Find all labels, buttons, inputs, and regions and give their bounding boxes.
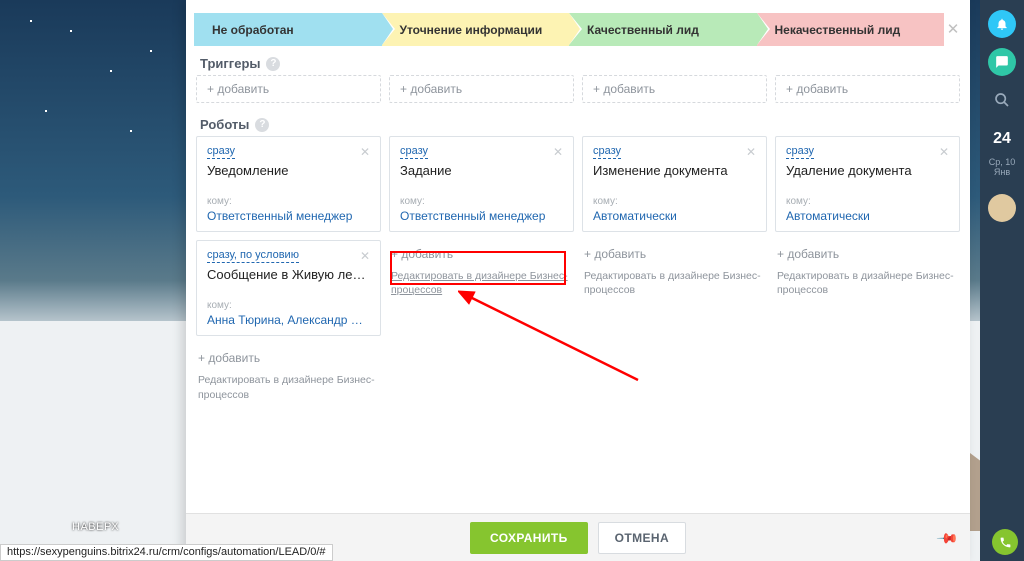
robot-card[interactable]: сразу ✕ Уведомление кому: Ответственный …: [196, 136, 381, 232]
add-trigger-button[interactable]: + добавить: [196, 75, 381, 103]
stage-not-processed[interactable]: Не обработан: [194, 13, 382, 46]
save-button[interactable]: СОХРАНИТЬ: [470, 522, 588, 554]
edit-in-designer-link[interactable]: Редактировать в дизайнере Бизнес-процесс…: [582, 265, 767, 299]
robot-column-1: сразу ✕ Уведомление кому: Ответственный …: [196, 136, 381, 404]
card-close-icon[interactable]: ✕: [354, 145, 370, 159]
close-icon[interactable]: ✕: [944, 21, 962, 39]
robot-card[interactable]: сразу ✕ Изменение документа кому: Автома…: [582, 136, 767, 232]
search-icon[interactable]: [988, 86, 1016, 114]
card-close-icon[interactable]: ✕: [740, 145, 756, 159]
robot-column-4: сразу ✕ Удаление документа кому: Автомат…: [775, 136, 960, 404]
card-to-label: кому:: [786, 196, 949, 207]
card-close-icon[interactable]: ✕: [933, 145, 949, 159]
phone-icon[interactable]: [992, 529, 1018, 555]
triggers-title: Триггеры: [200, 56, 260, 71]
card-trigger-link[interactable]: сразу: [786, 145, 814, 159]
rail-date: Ср, 10 Янв: [980, 158, 1024, 178]
stage-quality[interactable]: Качественный лид: [569, 13, 757, 46]
card-trigger-link[interactable]: сразу: [593, 145, 621, 159]
help-icon[interactable]: ?: [255, 118, 269, 132]
card-title: Задание: [400, 163, 563, 178]
add-trigger-button[interactable]: + добавить: [582, 75, 767, 103]
edit-in-designer-link[interactable]: Редактировать в дизайнере Бизнес-процесс…: [775, 265, 960, 299]
avatar[interactable]: [988, 194, 1016, 222]
robot-column-3: сразу ✕ Изменение документа кому: Автома…: [582, 136, 767, 404]
right-rail: 24 Ср, 10 Янв: [980, 0, 1024, 561]
browser-status-bar: https://sexypenguins.bitrix24.ru/crm/con…: [0, 544, 333, 561]
add-robot-button[interactable]: + добавить: [775, 240, 960, 265]
scroll-to-top[interactable]: НАВЕРХ: [72, 521, 119, 533]
add-robot-button[interactable]: + добавить: [582, 240, 767, 265]
card-title: Уведомление: [207, 163, 370, 178]
card-to-label: кому:: [207, 300, 370, 311]
card-assignee[interactable]: Ответственный менеджер: [400, 209, 563, 223]
card-assignee[interactable]: Анна Тюрина, Александр Ра...: [207, 313, 370, 327]
card-assignee[interactable]: Ответственный менеджер: [207, 209, 370, 223]
card-trigger-link[interactable]: сразу: [400, 145, 428, 159]
robot-card[interactable]: сразу, по условию ✕ Сообщение в Живую ле…: [196, 240, 381, 336]
stage-low-quality[interactable]: Некачественный лид: [757, 13, 945, 46]
add-trigger-button[interactable]: + добавить: [775, 75, 960, 103]
edit-in-designer-link[interactable]: Редактировать в дизайнере Бизнес-процесс…: [389, 265, 574, 299]
robot-card[interactable]: сразу ✕ Задание кому: Ответственный мене…: [389, 136, 574, 232]
card-close-icon[interactable]: ✕: [547, 145, 563, 159]
card-close-icon[interactable]: ✕: [354, 249, 370, 263]
card-assignee[interactable]: Автоматически: [786, 209, 949, 223]
robots-title: Роботы: [200, 117, 249, 132]
robots-section: Роботы ?: [186, 107, 970, 136]
card-assignee[interactable]: Автоматически: [593, 209, 756, 223]
card-title: Удаление документа: [786, 163, 949, 178]
pin-icon[interactable]: 📌: [935, 526, 959, 550]
cancel-button[interactable]: ОТМЕНА: [598, 522, 686, 554]
card-title: Изменение документа: [593, 163, 756, 178]
bell-icon[interactable]: [988, 10, 1016, 38]
help-icon[interactable]: ?: [266, 57, 280, 71]
robot-column-2: сразу ✕ Задание кому: Ответственный мене…: [389, 136, 574, 404]
card-to-label: кому:: [593, 196, 756, 207]
chat-icon[interactable]: [988, 48, 1016, 76]
add-robot-button[interactable]: + добавить: [196, 344, 381, 369]
card-to-label: кому:: [207, 196, 370, 207]
add-robot-button[interactable]: + добавить: [389, 240, 574, 265]
card-title: Сообщение в Живую ленту: [207, 267, 370, 282]
card-trigger-link[interactable]: сразу: [207, 145, 235, 159]
triggers-section: Триггеры ?: [186, 46, 970, 75]
stage-tabs: Не обработан Уточнение информации Качест…: [194, 13, 944, 46]
card-to-label: кому:: [400, 196, 563, 207]
card-trigger-link[interactable]: сразу, по условию: [207, 249, 299, 263]
edit-in-designer-link[interactable]: Редактировать в дизайнере Бизнес-процесс…: [196, 369, 381, 403]
stage-clarify[interactable]: Уточнение информации: [382, 13, 570, 46]
add-trigger-button[interactable]: + добавить: [389, 75, 574, 103]
robot-card[interactable]: сразу ✕ Удаление документа кому: Автомат…: [775, 136, 960, 232]
rail-day-number[interactable]: 24: [993, 130, 1011, 148]
automation-modal: ✕ Не обработан Уточнение информации Каче…: [186, 0, 970, 561]
